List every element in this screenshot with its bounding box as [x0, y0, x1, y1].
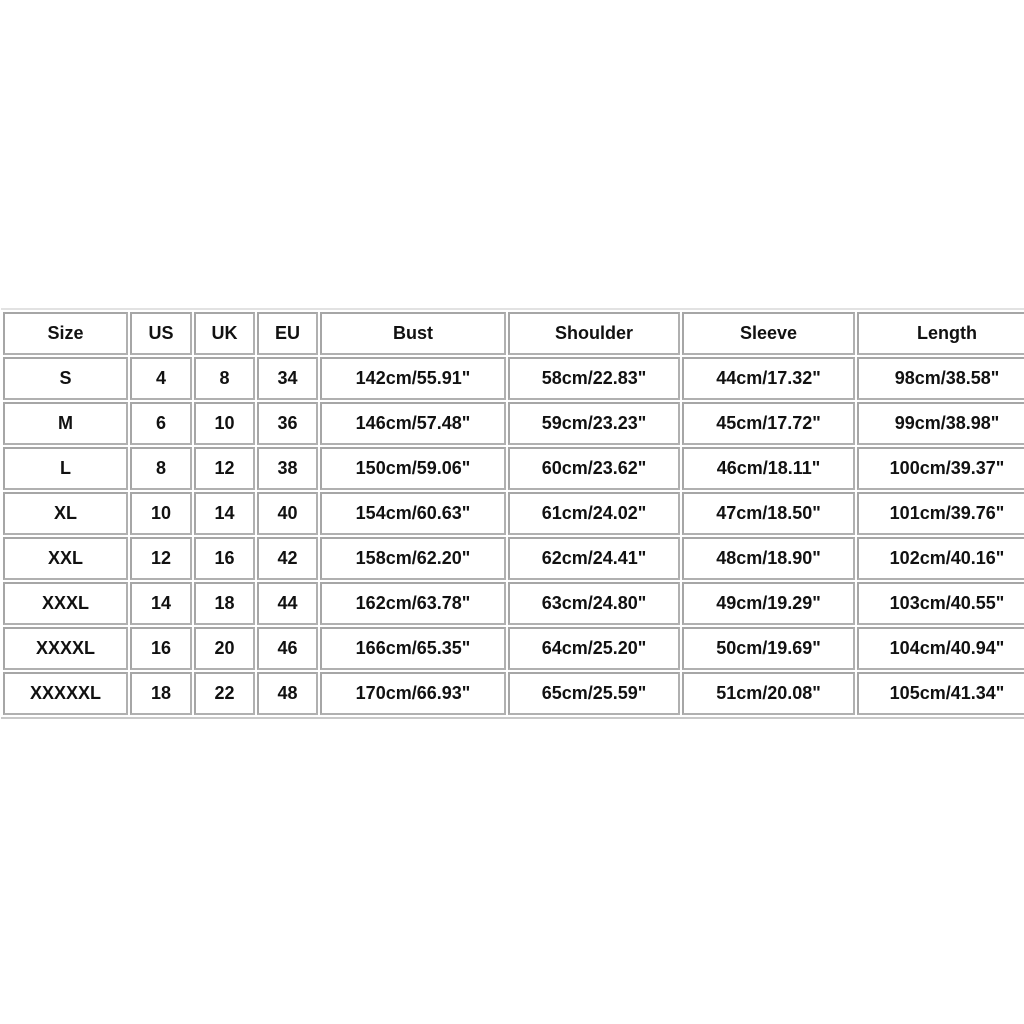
- cell-length: 104cm/40.94": [857, 627, 1024, 670]
- cell-eu: 40: [257, 492, 318, 535]
- cell-uk: 14: [194, 492, 255, 535]
- cell-sleeve: 45cm/17.72": [682, 402, 855, 445]
- column-header-shoulder: Shoulder: [508, 312, 680, 355]
- cell-size: XXXXXL: [3, 672, 128, 715]
- cell-eu: 46: [257, 627, 318, 670]
- cell-size: XL: [3, 492, 128, 535]
- cell-eu: 48: [257, 672, 318, 715]
- cell-shoulder: 64cm/25.20": [508, 627, 680, 670]
- cell-length: 105cm/41.34": [857, 672, 1024, 715]
- cell-uk: 10: [194, 402, 255, 445]
- cell-bust: 150cm/59.06": [320, 447, 506, 490]
- column-header-sleeve: Sleeve: [682, 312, 855, 355]
- column-header-eu: EU: [257, 312, 318, 355]
- cell-us: 14: [130, 582, 192, 625]
- column-header-size: Size: [3, 312, 128, 355]
- cell-bust: 146cm/57.48": [320, 402, 506, 445]
- cell-bust: 142cm/55.91": [320, 357, 506, 400]
- cell-length: 102cm/40.16": [857, 537, 1024, 580]
- cell-size: L: [3, 447, 128, 490]
- cell-eu: 36: [257, 402, 318, 445]
- cell-uk: 22: [194, 672, 255, 715]
- cell-uk: 20: [194, 627, 255, 670]
- cell-uk: 12: [194, 447, 255, 490]
- cell-shoulder: 63cm/24.80": [508, 582, 680, 625]
- size-chart-table: Size US UK EU Bust Shoulder Sleeve Length S 4 8 34 1…: [1, 308, 1024, 719]
- table-row: XXL 12 16 42 158cm/62.20" 62cm/24.41" 48cm/18.…: [3, 537, 1024, 580]
- table-row: XXXXXL 18 22 48 170cm/66.93" 65cm/25.59" 51cm/…: [3, 672, 1024, 715]
- cell-eu: 42: [257, 537, 318, 580]
- cell-bust: 162cm/63.78": [320, 582, 506, 625]
- cell-us: 6: [130, 402, 192, 445]
- cell-eu: 34: [257, 357, 318, 400]
- cell-size: S: [3, 357, 128, 400]
- cell-shoulder: 58cm/22.83": [508, 357, 680, 400]
- table-row: S 4 8 34 142cm/55.91" 58cm/22.83" 44cm/17.32" 9…: [3, 357, 1024, 400]
- cell-us: 16: [130, 627, 192, 670]
- cell-sleeve: 51cm/20.08": [682, 672, 855, 715]
- cell-sleeve: 47cm/18.50": [682, 492, 855, 535]
- cell-eu: 44: [257, 582, 318, 625]
- cell-us: 12: [130, 537, 192, 580]
- cell-length: 100cm/39.37": [857, 447, 1024, 490]
- cell-size: XXXXL: [3, 627, 128, 670]
- table-row: XXXXL 16 20 46 166cm/65.35" 64cm/25.20" 50cm/1…: [3, 627, 1024, 670]
- cell-sleeve: 49cm/19.29": [682, 582, 855, 625]
- cell-us: 8: [130, 447, 192, 490]
- cell-uk: 16: [194, 537, 255, 580]
- table-row: M 6 10 36 146cm/57.48" 59cm/23.23" 45cm/17.72"…: [3, 402, 1024, 445]
- cell-shoulder: 61cm/24.02": [508, 492, 680, 535]
- header-row: Size US UK EU Bust Shoulder Sleeve Length: [3, 312, 1024, 355]
- cell-bust: 166cm/65.35": [320, 627, 506, 670]
- cell-bust: 170cm/66.93": [320, 672, 506, 715]
- column-header-length: Length: [857, 312, 1024, 355]
- cell-us: 10: [130, 492, 192, 535]
- cell-shoulder: 59cm/23.23": [508, 402, 680, 445]
- column-header-uk: UK: [194, 312, 255, 355]
- cell-length: 103cm/40.55": [857, 582, 1024, 625]
- table-row: XXXL 14 18 44 162cm/63.78" 63cm/24.80" 49cm/19…: [3, 582, 1024, 625]
- cell-bust: 154cm/60.63": [320, 492, 506, 535]
- cell-uk: 8: [194, 357, 255, 400]
- cell-sleeve: 44cm/17.32": [682, 357, 855, 400]
- cell-us: 4: [130, 357, 192, 400]
- cell-shoulder: 62cm/24.41": [508, 537, 680, 580]
- cell-sleeve: 48cm/18.90": [682, 537, 855, 580]
- cell-shoulder: 60cm/23.62": [508, 447, 680, 490]
- column-header-bust: Bust: [320, 312, 506, 355]
- cell-us: 18: [130, 672, 192, 715]
- cell-size: XXXL: [3, 582, 128, 625]
- cell-shoulder: 65cm/25.59": [508, 672, 680, 715]
- cell-size: M: [3, 402, 128, 445]
- table-row: XL 10 14 40 154cm/60.63" 61cm/24.02" 47cm/18.5…: [3, 492, 1024, 535]
- table-row: L 8 12 38 150cm/59.06" 60cm/23.62" 46cm/18.11"…: [3, 447, 1024, 490]
- cell-bust: 158cm/62.20": [320, 537, 506, 580]
- cell-length: 99cm/38.98": [857, 402, 1024, 445]
- cell-sleeve: 46cm/18.11": [682, 447, 855, 490]
- column-header-us: US: [130, 312, 192, 355]
- cell-eu: 38: [257, 447, 318, 490]
- cell-length: 101cm/39.76": [857, 492, 1024, 535]
- cell-sleeve: 50cm/19.69": [682, 627, 855, 670]
- cell-length: 98cm/38.58": [857, 357, 1024, 400]
- cell-size: XXL: [3, 537, 128, 580]
- cell-uk: 18: [194, 582, 255, 625]
